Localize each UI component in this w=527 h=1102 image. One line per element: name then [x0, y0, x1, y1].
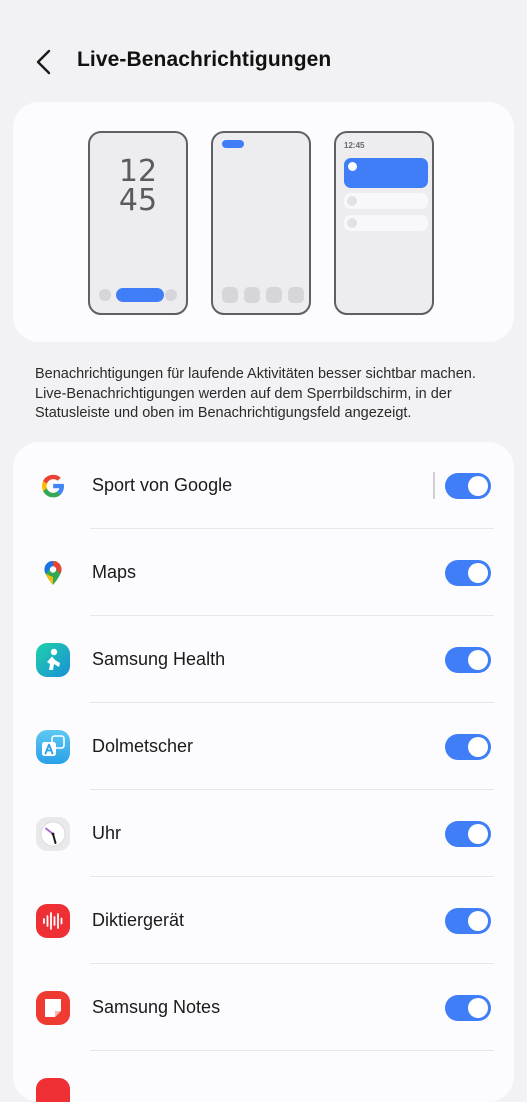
- preview-illustration: 12 45 12:45: [13, 102, 514, 342]
- list-item-diktiergeraet[interactable]: Diktiergerät: [13, 877, 514, 964]
- header: Live-Benachrichtigungen: [0, 30, 527, 94]
- page-title: Live-Benachrichtigungen: [77, 48, 332, 71]
- divider: [433, 472, 435, 499]
- translator-icon: [36, 730, 70, 764]
- dock-app: [222, 287, 238, 303]
- app-label: Dolmetscher: [92, 736, 194, 756]
- list-item-partial[interactable]: [13, 1051, 514, 1102]
- app-icon: [36, 1078, 70, 1102]
- back-button[interactable]: [26, 44, 62, 80]
- clock-icon: [36, 817, 70, 851]
- app-list: Sport von Google Maps Samsung Health Dol…: [13, 442, 514, 1102]
- maps-pin-icon: [44, 561, 62, 585]
- app-label: Samsung Health: [92, 649, 226, 669]
- dock-app: [244, 287, 260, 303]
- list-item-sport-von-google[interactable]: Sport von Google: [13, 442, 514, 529]
- uhr-toggle[interactable]: [445, 821, 491, 847]
- notification-placeholder: [344, 215, 428, 231]
- maps-toggle[interactable]: [445, 560, 491, 586]
- app-label: Samsung Notes: [92, 997, 221, 1017]
- live-notification-card: [344, 158, 428, 188]
- chevron-left-icon: [36, 49, 51, 75]
- google-icon: [42, 474, 64, 498]
- dock-app: [266, 287, 282, 303]
- notification-placeholder: [344, 193, 428, 209]
- lockscreen-shortcut: [99, 289, 111, 301]
- list-item-samsung-health[interactable]: Samsung Health: [13, 616, 514, 703]
- lockscreen-clock: 12 45: [118, 154, 158, 218]
- samsung-health-icon: [36, 643, 70, 677]
- dolmetscher-toggle[interactable]: [445, 734, 491, 760]
- app-label: Diktiergerät: [92, 910, 185, 930]
- list-item-samsung-notes[interactable]: Samsung Notes: [13, 964, 514, 1051]
- notification-panel-preview: 12:45: [334, 131, 434, 315]
- app-label: Uhr: [92, 823, 122, 843]
- list-item-maps[interactable]: Maps: [13, 529, 514, 616]
- diktiergeraet-toggle[interactable]: [445, 908, 491, 934]
- lockscreen-preview: 12 45: [88, 131, 188, 315]
- samsung-notes-toggle[interactable]: [445, 995, 491, 1021]
- app-label: Maps: [92, 562, 137, 582]
- panel-time: 12:45: [344, 141, 365, 150]
- list-item-dolmetscher[interactable]: Dolmetscher: [13, 703, 514, 790]
- app-label: Sport von Google: [92, 475, 233, 495]
- statusbar-preview: [211, 131, 311, 315]
- status-chip: [222, 140, 244, 148]
- voice-recorder-icon: [36, 904, 70, 938]
- list-item-uhr[interactable]: Uhr: [13, 790, 514, 877]
- live-notification-pill: [116, 288, 164, 302]
- lockscreen-shortcut: [165, 289, 177, 301]
- notes-icon: [36, 991, 70, 1025]
- dock-app: [288, 287, 304, 303]
- description-text: Benachrichtigungen für laufende Aktivitä…: [35, 366, 476, 421]
- sport-von-google-toggle[interactable]: [445, 473, 491, 499]
- samsung-health-toggle[interactable]: [445, 647, 491, 673]
